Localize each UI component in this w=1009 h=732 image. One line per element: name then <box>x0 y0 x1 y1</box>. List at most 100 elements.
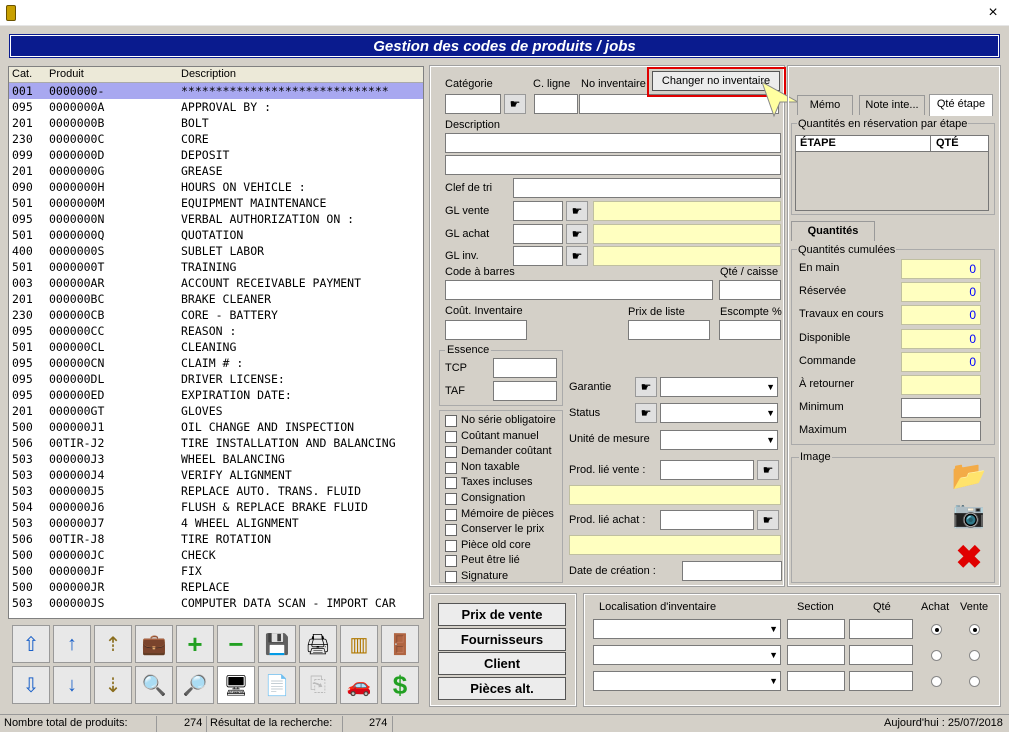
table-row[interactable]: 003 000000AR ACCOUNT RECEIVABLE PAYMENT <box>9 275 423 291</box>
cout-inventaire-field[interactable] <box>445 320 527 340</box>
vente-radio[interactable] <box>969 650 980 661</box>
table-row[interactable]: 095 000000DL DRIVER LICENSE: <box>9 371 423 387</box>
remove-icon[interactable]: − <box>217 625 255 663</box>
table-row[interactable]: 504 000000J6 FLUSH & REPLACE BRAKE FLUID <box>9 499 423 515</box>
reservation-table[interactable]: ÉTAPE QTÉ <box>795 135 989 211</box>
table-row[interactable]: 500 000000JR REPLACE <box>9 579 423 595</box>
dollar-icon[interactable]: $ <box>381 666 419 704</box>
tcp-field[interactable] <box>493 358 557 378</box>
gl-achat-field[interactable] <box>513 224 563 244</box>
section-field[interactable] <box>787 619 845 639</box>
option-checkbox[interactable] <box>445 477 457 490</box>
code-barres-field[interactable] <box>445 280 713 300</box>
table-row[interactable]: 095 0000000A APPROVAL BY : <box>9 99 423 115</box>
table-row[interactable]: 095 000000CC REASON : <box>9 323 423 339</box>
camera-icon[interactable]: 📷 <box>951 499 987 535</box>
prod-lie-vente-lookup-icon[interactable]: ☛ <box>757 460 779 480</box>
option-checkbox[interactable] <box>445 493 457 505</box>
description-field-2[interactable] <box>445 155 781 175</box>
localisation-select[interactable]: ▼ <box>593 671 781 691</box>
categorie-field[interactable] <box>445 94 501 114</box>
last-record-icon[interactable]: ⇩ <box>12 666 50 704</box>
search-icon[interactable]: 🔍 <box>135 666 173 704</box>
option-checkbox[interactable] <box>445 415 457 427</box>
monitor-icon[interactable]: 🖥 <box>217 666 255 704</box>
vente-radio[interactable] <box>969 676 980 687</box>
tab-memo[interactable]: Mémo <box>797 95 853 115</box>
status-select[interactable]: ▼ <box>660 403 778 423</box>
option-checkbox[interactable] <box>445 461 457 474</box>
table-row[interactable]: 501 0000000T TRAINING <box>9 259 423 275</box>
table-row[interactable]: 201 000000GT GLOVES <box>9 403 423 419</box>
close-button[interactable]: × <box>982 2 1004 24</box>
gl-vente-field[interactable] <box>513 201 563 221</box>
prix-liste-field[interactable] <box>628 320 710 340</box>
status-lookup-icon[interactable]: ☛ <box>635 403 657 423</box>
clef-tri-field[interactable] <box>513 178 781 198</box>
car-icon[interactable]: 🚗 <box>340 666 378 704</box>
option-checkbox[interactable] <box>445 539 457 552</box>
zoom-icon[interactable]: 🔎 <box>176 666 214 704</box>
categorie-lookup-icon[interactable]: ☛ <box>504 94 526 114</box>
first-record-icon[interactable]: ⇧ <box>12 625 50 663</box>
option-checkbox[interactable] <box>445 508 457 521</box>
achat-radio[interactable] <box>931 624 942 635</box>
c-ligne-field[interactable] <box>534 94 578 114</box>
copy-icon[interactable]: ⎘ <box>299 666 337 704</box>
pieces-alt-button[interactable]: Pièces alt. <box>438 677 566 700</box>
garantie-lookup-icon[interactable]: ☛ <box>635 377 657 397</box>
achat-radio[interactable] <box>931 650 942 661</box>
table-row[interactable]: 095 0000000N VERBAL AUTHORIZATION ON : <box>9 211 423 227</box>
previous-record-icon[interactable]: ↑ <box>53 625 91 663</box>
no-inventaire-field[interactable] <box>579 94 779 114</box>
table-row[interactable]: 501 0000000Q QUOTATION <box>9 227 423 243</box>
prod-lie-achat-lookup-icon[interactable]: ☛ <box>757 510 779 530</box>
table-row[interactable]: 095 000000ED EXPIRATION DATE: <box>9 387 423 403</box>
document-icon[interactable]: 📄 <box>258 666 296 704</box>
col-description[interactable]: Description <box>181 68 236 80</box>
client-button[interactable]: Client <box>438 652 566 675</box>
table-row[interactable]: 503 000000J3 WHEEL BALANCING <box>9 451 423 467</box>
table-row[interactable]: 230 000000CB CORE - BATTERY <box>9 307 423 323</box>
tab-qte-etape[interactable]: Qté étape <box>929 94 993 116</box>
table-row[interactable]: 099 0000000D DEPOSIT <box>9 147 423 163</box>
date-creation-field[interactable] <box>682 561 782 581</box>
qte-caisse-field[interactable] <box>719 280 781 300</box>
description-field-1[interactable] <box>445 133 781 153</box>
escompte-field[interactable] <box>719 320 781 340</box>
tab-quantites[interactable]: Quantités <box>791 221 875 241</box>
table-row[interactable]: 501 000000CL CLEANING <box>9 339 423 355</box>
table-row[interactable]: 095 000000CN CLAIM # : <box>9 355 423 371</box>
qte-field[interactable] <box>849 645 913 665</box>
unite-mesure-select[interactable]: ▼ <box>660 430 778 450</box>
table-row[interactable]: 500 000000J1 OIL CHANGE AND INSPECTION <box>9 419 423 435</box>
achat-radio[interactable] <box>931 676 942 687</box>
fournisseurs-button[interactable]: Fournisseurs <box>438 628 566 651</box>
move-up-icon[interactable]: ⇡ <box>94 625 132 663</box>
qty-value[interactable] <box>901 398 981 419</box>
gl-inv-field[interactable] <box>513 246 563 266</box>
option-checkbox[interactable] <box>445 571 457 583</box>
move-down-icon[interactable]: ⇣ <box>94 666 132 704</box>
qte-field[interactable] <box>849 619 913 639</box>
option-checkbox[interactable] <box>445 555 457 568</box>
table-row[interactable]: 503 000000JS COMPUTER DATA SCAN - IMPORT C… <box>9 595 423 611</box>
col-cat[interactable]: Cat. <box>12 68 32 80</box>
table-row[interactable]: 201 000000BC BRAKE CLEANER <box>9 291 423 307</box>
tab-note-interne[interactable]: Note inte... <box>859 95 925 115</box>
exit-icon[interactable]: 🚪 <box>381 625 419 663</box>
section-field[interactable] <box>787 645 845 665</box>
garantie-select[interactable]: ▼ <box>660 377 778 397</box>
taf-field[interactable] <box>493 381 557 401</box>
col-produit[interactable]: Produit <box>49 68 84 80</box>
table-row[interactable]: 501 0000000M EQUIPMENT MAINTENANCE <box>9 195 423 211</box>
prod-lie-vente-field[interactable] <box>660 460 754 480</box>
save-icon[interactable]: 💾 <box>258 625 296 663</box>
table-row[interactable]: 506 00TIR-J2 TIRE INSTALLATION AND BALANCI… <box>9 435 423 451</box>
delete-image-icon[interactable]: ✖ <box>951 539 987 575</box>
table-row[interactable]: 506 00TIR-J8 TIRE ROTATION <box>9 531 423 547</box>
prod-lie-achat-field[interactable] <box>660 510 754 530</box>
gl-inv-lookup-icon[interactable]: ☛ <box>566 246 588 266</box>
prix-de-vente-button[interactable]: Prix de vente <box>438 603 566 626</box>
table-row[interactable]: 230 0000000C CORE <box>9 131 423 147</box>
